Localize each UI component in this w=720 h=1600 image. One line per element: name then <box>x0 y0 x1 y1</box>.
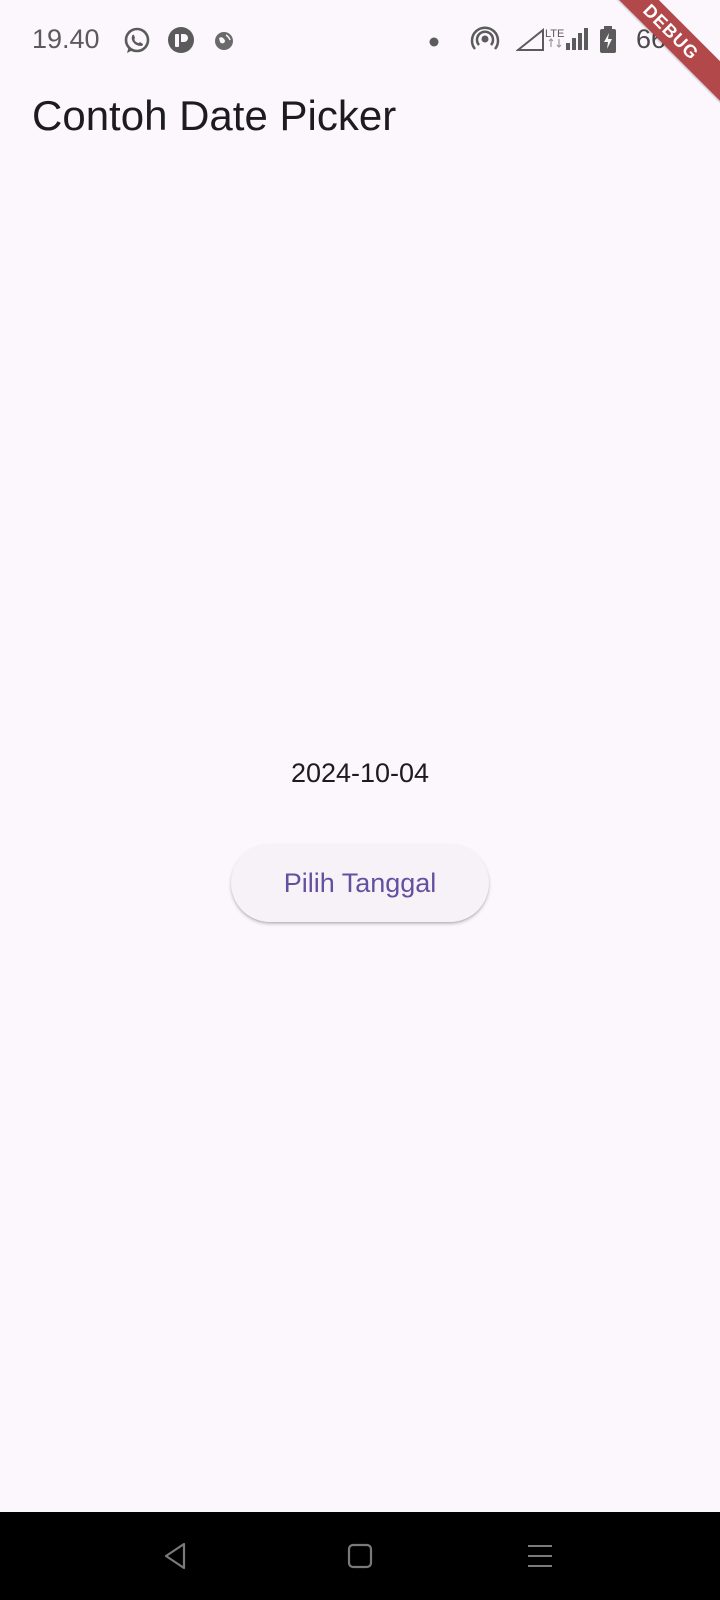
signal-bars-icon <box>566 28 590 55</box>
menu-icon[interactable] <box>522 1538 558 1574</box>
page-title: Contoh Date Picker <box>32 92 397 139</box>
dot-icon <box>428 35 440 53</box>
signal-empty-icon <box>515 27 546 57</box>
pick-date-button[interactable]: Pilih Tanggal <box>231 844 489 922</box>
system-nav-bar <box>0 1512 720 1600</box>
selected-date-text: 2024-10-04 <box>290 758 430 788</box>
whatsapp-icon <box>122 26 152 61</box>
home-icon[interactable] <box>342 1538 378 1574</box>
hotspot-icon <box>469 24 501 61</box>
globe-icon <box>213 30 235 57</box>
lte-icon: LTE <box>545 26 567 55</box>
app-screen: 19.40 LTE DEBUG Contoh Date Picker 2024-… <box>0 0 720 1600</box>
battery-charging-icon <box>599 26 617 59</box>
app-notification-icon <box>166 26 196 61</box>
back-icon[interactable] <box>158 1538 194 1574</box>
svg-text:LTE: LTE <box>545 28 564 40</box>
status-bar: 19.40 LTE <box>0 0 720 82</box>
status-time: 19.40 <box>32 24 100 54</box>
